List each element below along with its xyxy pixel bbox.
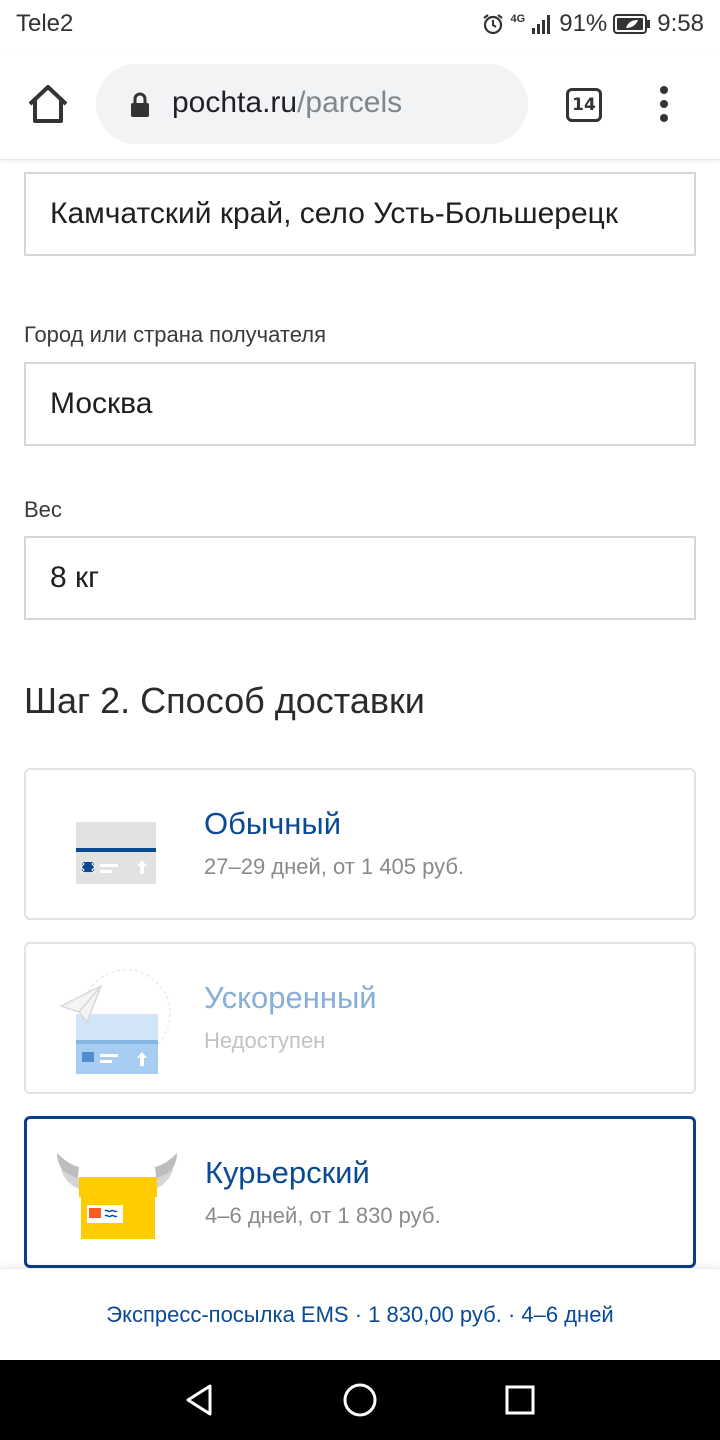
parcel-courier-icon (57, 1139, 197, 1249)
back-icon[interactable] (180, 1380, 220, 1420)
step-2-title: Шаг 2. Способ доставки (24, 680, 425, 721)
network-type: 4G (510, 13, 526, 25)
delivery-summary-bar[interactable]: Экспресс-посылка EMS · 1 830,00 руб. · 4… (0, 1268, 720, 1360)
status-bar: Tele2 4G 91% 9:58 (0, 0, 720, 50)
url-host: pochta.ru (172, 86, 298, 119)
parcel-standard-icon (56, 790, 196, 900)
option-title: Курьерский (205, 1155, 370, 1190)
recipient-location-field[interactable]: Москва (24, 362, 696, 446)
tab-switcher-button[interactable]: 14 (566, 88, 602, 122)
system-navigation-bar (0, 1360, 720, 1440)
delivery-option-standard[interactable]: Обычный 27–29 дней, от 1 405 руб. (24, 768, 696, 920)
home-circle-icon[interactable] (340, 1380, 380, 1420)
option-title: Обычный (204, 806, 342, 841)
alarm-icon (481, 12, 505, 36)
address-bar[interactable]: pochta.ru/parcels (96, 64, 528, 144)
browser-toolbar: pochta.ru/parcels 14 (0, 50, 720, 160)
page-content: Камчатский край, село Усть-Большерецк Го… (0, 160, 720, 1268)
option-title: Ускоренный (204, 980, 377, 1015)
overflow-menu-icon[interactable] (650, 86, 678, 126)
parcel-express-icon (56, 964, 196, 1078)
url-path: /parcels (297, 86, 403, 119)
delivery-option-express: Ускоренный Недоступен (24, 942, 696, 1094)
status-indicators: 4G 91% 9:58 (481, 10, 704, 38)
carrier-name: Tele2 (16, 10, 74, 37)
signal-icon (531, 13, 553, 35)
clock-time: 9:58 (657, 10, 704, 37)
delivery-option-courier[interactable]: Курьерский 4–6 дней, от 1 830 руб. (24, 1116, 696, 1268)
weight-field[interactable]: 8 кг (24, 536, 696, 620)
battery-percent: 91% (559, 10, 608, 37)
option-subtitle: Недоступен (204, 1028, 326, 1053)
option-subtitle: 27–29 дней, от 1 405 руб. (204, 854, 465, 879)
battery-icon (613, 13, 651, 35)
sender-location-field[interactable]: Камчатский край, село Усть-Большерецк (24, 172, 696, 256)
option-subtitle: 4–6 дней, от 1 830 руб. (205, 1203, 441, 1228)
weight-label: Вес (24, 497, 62, 522)
home-icon[interactable] (24, 80, 72, 128)
url-text: pochta.ru/parcels (172, 86, 402, 120)
lock-icon (130, 92, 150, 123)
recipient-location-label: Город или страна получателя (24, 322, 326, 347)
recents-icon[interactable] (500, 1380, 540, 1420)
